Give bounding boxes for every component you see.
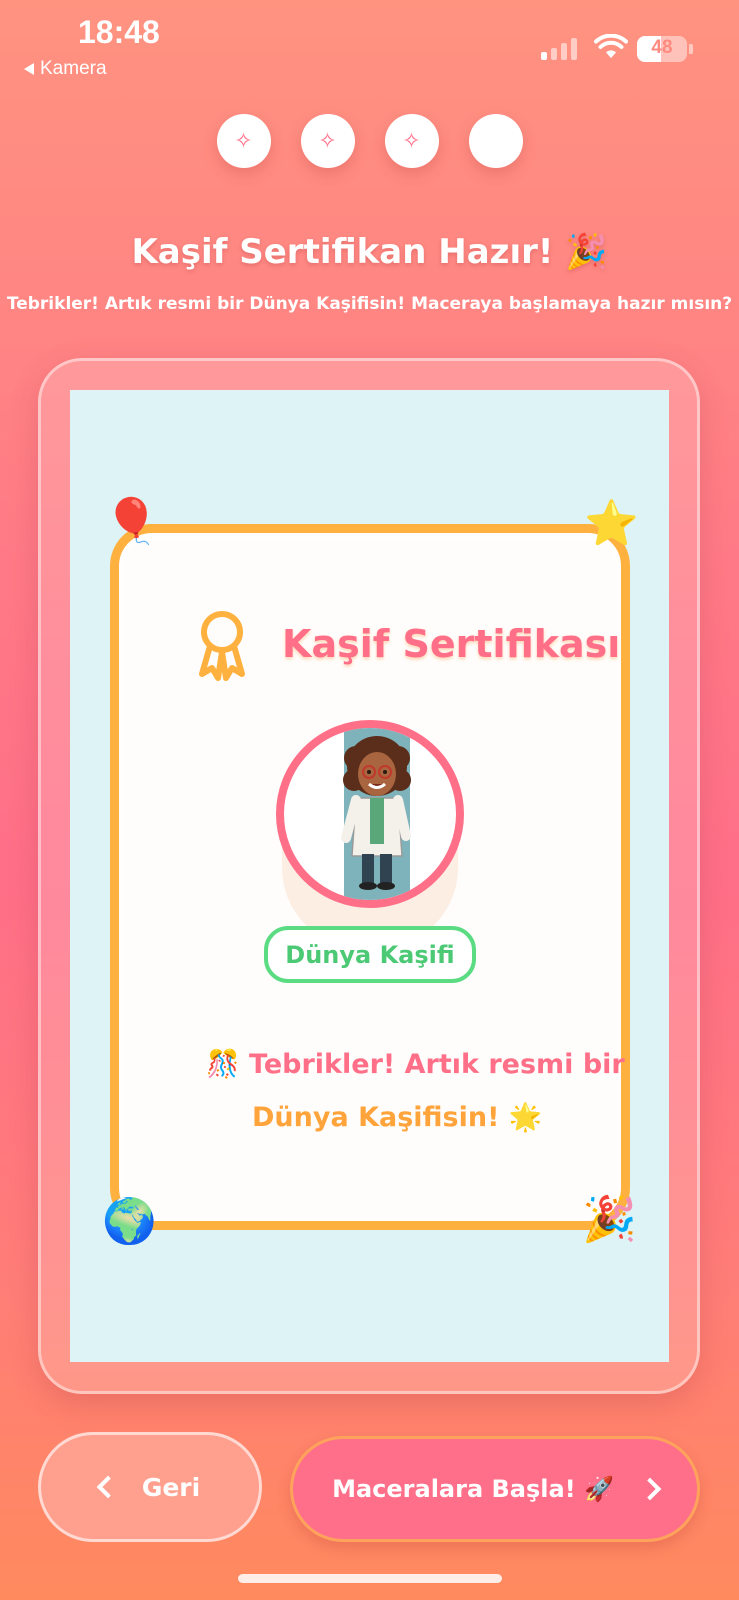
step-completed-3: ✧ [384,114,439,168]
back-button[interactable]: Geri [38,1432,262,1542]
party-popper-icon: 🎉 [582,1194,637,1245]
page-subtitle: Tebrikler! Artık resmi bir Dünya Kaşifis… [6,294,733,314]
wifi-icon [594,34,628,58]
page-title: Kaşif Sertifikan Hazır! 🎉 [131,232,608,272]
step-completed-2: ✧ [300,114,355,168]
chevron-right-icon [638,1477,662,1501]
sparkles-icon: ✧ [402,128,421,154]
step-current-4 [468,114,523,168]
congrats-message-line2: Dünya Kaşifisin! 🌟 [252,1102,543,1133]
status-time: 18:48 [78,14,160,50]
star-icon: ⭐ [584,498,639,549]
sparkles-icon: ✧ [318,128,337,154]
congrats-message-line1: 🎊 Tebrikler! Artık resmi bir [206,1049,625,1080]
certificate-title: Kaşif Sertifikası [282,622,621,666]
home-indicator[interactable] [238,1574,502,1583]
start-adventures-button[interactable]: Maceralara Başla! 🚀 [290,1436,700,1542]
battery-tip [689,44,693,54]
explorer-avatar [276,720,464,908]
chevron-left-icon [96,1475,120,1499]
progress-steps: ✧ ✧ ✧ [0,114,739,168]
back-arrow-icon [24,63,34,75]
status-bar: 18:48 Kamera 48 [0,0,739,90]
back-button-label: Geri [141,1472,201,1502]
cellular-signal-icon [541,36,577,60]
start-button-label: Maceralara Başla! 🚀 [332,1475,614,1503]
sparkles-icon: ✧ [234,128,253,154]
back-to-app-link[interactable]: Kamera [24,58,107,80]
award-ribbon-icon [199,611,245,681]
back-app-label: Kamera [40,58,107,79]
title-badge: Dünya Kaşifi [264,926,476,983]
globe-icon: 🌍 [102,1196,157,1247]
step-completed-1: ✧ [216,114,271,168]
battery-icon: 48 [637,36,687,62]
balloon-icon: 🎈 [104,496,159,547]
explorer-character-image [341,736,411,890]
battery-percent: 48 [651,37,673,58]
